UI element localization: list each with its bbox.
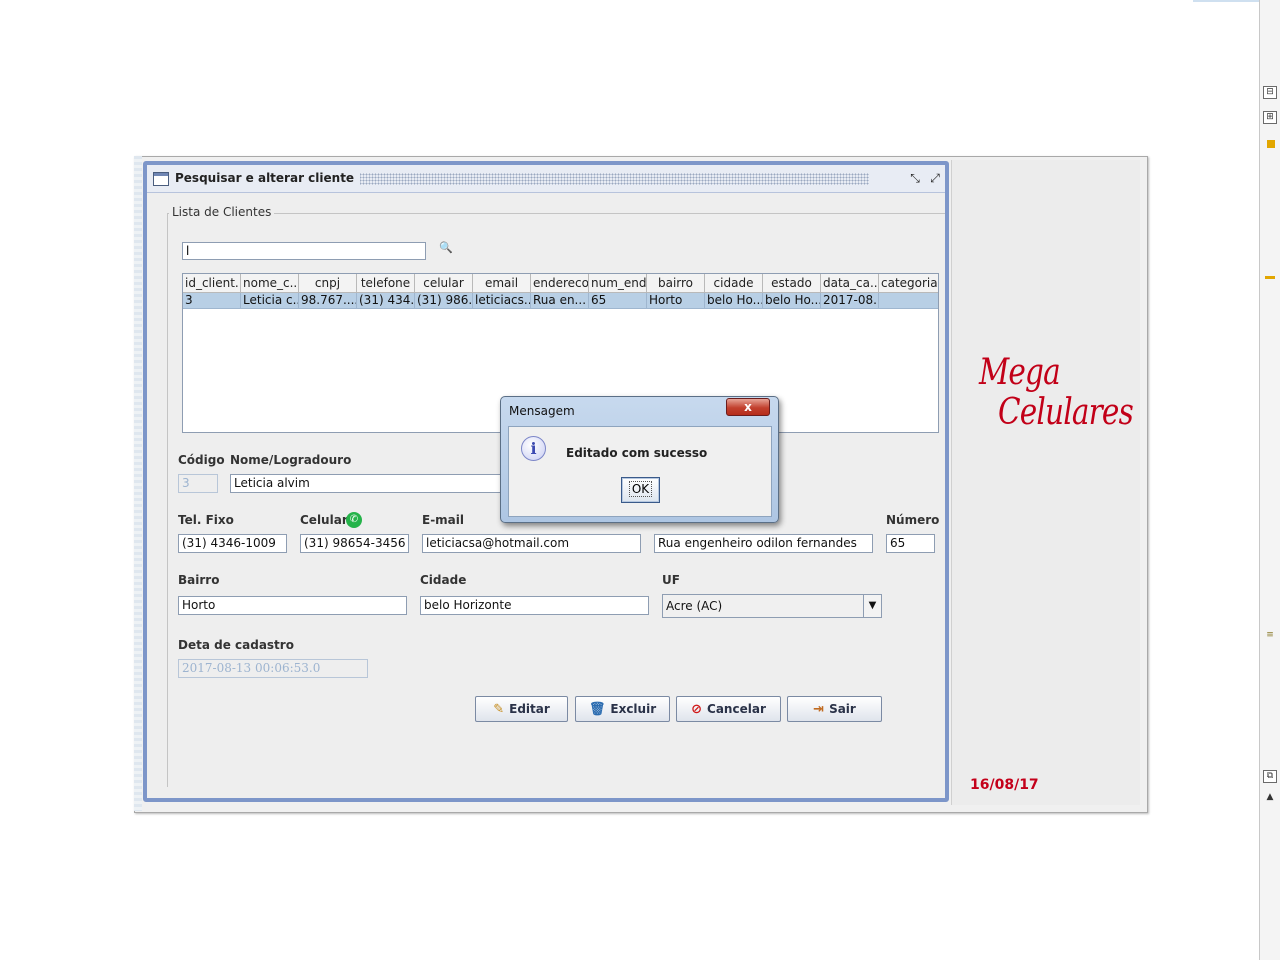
grid-panel-icon[interactable]: ⊞ xyxy=(1263,111,1277,124)
table-header: id_client... nome_c... cnpj telefone cel… xyxy=(183,274,938,293)
marker-line-icon xyxy=(1265,276,1275,279)
table-cell: 65 xyxy=(589,293,647,309)
column-header[interactable]: celular xyxy=(415,274,473,293)
frame-titlebar[interactable]: Pesquisar e alterar cliente ⤡ ⤢ xyxy=(147,165,945,193)
cancel-icon: ⊘ xyxy=(691,702,703,717)
uf-selected-value: Acre (AC) xyxy=(666,599,723,613)
table-cell: 3 xyxy=(183,293,241,309)
frame-title: Pesquisar e alterar cliente xyxy=(175,171,361,185)
nome-label: Nome/Logradouro xyxy=(230,453,352,467)
column-header[interactable]: num_end xyxy=(589,274,647,293)
minimize-panel-icon[interactable]: ⊟ xyxy=(1263,86,1277,99)
dialog-title: Mensagem xyxy=(509,404,575,418)
ok-button[interactable]: OK xyxy=(621,477,660,503)
column-header[interactable]: cnpj xyxy=(299,274,357,293)
table-cell xyxy=(879,293,938,309)
column-header[interactable]: id_client... xyxy=(183,274,241,293)
table-cell: (31) 434... xyxy=(359,293,415,309)
codigo-field: 3 xyxy=(178,474,218,493)
edit-button[interactable]: ✎ Editar xyxy=(475,696,568,722)
top-tab-edge xyxy=(1193,0,1259,2)
cancel-button-label: Cancelar xyxy=(707,702,766,716)
email-field[interactable]: leticiacsa@hotmail.com xyxy=(422,534,641,553)
side-panel xyxy=(951,160,1140,805)
restore-icon[interactable]: ⧉ xyxy=(1263,770,1277,783)
numero-label: Número xyxy=(886,513,940,527)
desktop-left-edge xyxy=(134,156,142,811)
cidade-label: Cidade xyxy=(420,573,467,587)
numero-field[interactable]: 65 xyxy=(886,534,935,553)
window-icon xyxy=(153,172,169,186)
delete-button[interactable]: 🗑 Excluir xyxy=(575,696,670,722)
close-icon[interactable]: x xyxy=(726,398,770,416)
logo-celulares: Celulares xyxy=(998,392,1134,433)
bairro-label: Bairro xyxy=(178,573,220,587)
column-header[interactable]: nome_c... xyxy=(241,274,299,293)
uf-label: UF xyxy=(662,573,680,587)
column-header[interactable]: endereco xyxy=(531,274,589,293)
table-cell: 2017-08... xyxy=(823,293,879,309)
column-header[interactable]: data_ca... xyxy=(821,274,879,293)
exit-button[interactable]: ⇥ Sair xyxy=(787,696,882,722)
bairro-field[interactable]: Horto xyxy=(178,596,407,615)
titlebar-texture xyxy=(329,173,869,185)
delete-button-label: Excluir xyxy=(610,702,657,716)
data-cadastro-field: 2017-08-13 00:06:53.0 xyxy=(178,659,368,678)
table-cell: Rua en... xyxy=(531,293,589,309)
uf-select[interactable]: Acre (AC) ▼ xyxy=(662,594,882,618)
nome-field[interactable]: Leticia alvim xyxy=(230,474,530,493)
table-cell: belo Ho... xyxy=(707,293,763,309)
tel-field[interactable]: (31) 4346-1009 xyxy=(178,534,287,553)
chevron-down-icon[interactable]: ▼ xyxy=(863,595,881,617)
maximize-icon[interactable]: ⤢ xyxy=(927,171,943,187)
celular-label: Celular xyxy=(300,513,348,527)
column-header[interactable]: cidade xyxy=(705,274,763,293)
table-cell: Horto xyxy=(647,293,705,309)
data-cadastro-label: Deta de cadastro xyxy=(178,638,294,652)
iconify-icon[interactable]: ⤡ xyxy=(907,171,923,187)
whatsapp-icon: ✆ xyxy=(346,512,362,528)
search-icon[interactable]: 🔍 xyxy=(439,241,455,257)
exit-door-icon: ⇥ xyxy=(813,702,825,717)
email-label: E-mail xyxy=(422,513,465,527)
codigo-label: Código xyxy=(178,453,225,467)
column-header[interactable]: telefone xyxy=(357,274,415,293)
tel-label: Tel. Fixo xyxy=(178,513,234,527)
dialog-message: Editado com sucesso xyxy=(566,446,708,460)
column-header[interactable]: estado xyxy=(763,274,821,293)
cidade-field[interactable]: belo Horizonte xyxy=(420,596,649,615)
celular-field[interactable]: (31) 98654-3456 xyxy=(300,534,409,553)
logo-mega: Mega xyxy=(979,352,1061,393)
table-cell: leticiacs... xyxy=(475,293,531,309)
table-cell: (31) 986... xyxy=(417,293,473,309)
trash-icon: 🗑 xyxy=(588,702,606,717)
marker-icon xyxy=(1267,140,1275,148)
info-icon: i xyxy=(521,436,546,461)
table-cell: Leticia c... xyxy=(243,293,299,309)
table-cell: 98.767.... xyxy=(301,293,357,309)
client-list-title: Lista de Clientes xyxy=(169,205,275,219)
current-date: 16/08/17 xyxy=(970,777,1039,793)
dialog-body: i Editado com sucesso OK xyxy=(508,426,772,517)
search-input[interactable]: l xyxy=(182,242,426,260)
table-row[interactable]: 3 Leticia c... 98.767.... (31) 434... (3… xyxy=(183,293,938,309)
column-header[interactable]: bairro xyxy=(647,274,705,293)
column-header[interactable]: categoria xyxy=(879,274,938,293)
pencil-icon: ✎ xyxy=(493,702,505,717)
right-scroll-strip[interactable]: ⊟ ⊞ ≡ ⧉ ▲ xyxy=(1259,0,1280,960)
exit-button-label: Sair xyxy=(829,702,856,716)
scroll-up-icon[interactable]: ▲ xyxy=(1263,792,1277,805)
message-dialog: Mensagem x i Editado com sucesso OK xyxy=(500,396,779,523)
edit-button-label: Editar xyxy=(509,702,550,716)
cancel-button[interactable]: ⊘ Cancelar xyxy=(676,696,781,722)
endereco-field[interactable]: Rua engenheiro odilon fernandes xyxy=(654,534,873,553)
column-header[interactable]: email xyxy=(473,274,531,293)
handle-icon[interactable]: ≡ xyxy=(1263,630,1277,643)
ok-button-label: OK xyxy=(628,481,653,497)
table-cell: belo Ho... xyxy=(765,293,821,309)
